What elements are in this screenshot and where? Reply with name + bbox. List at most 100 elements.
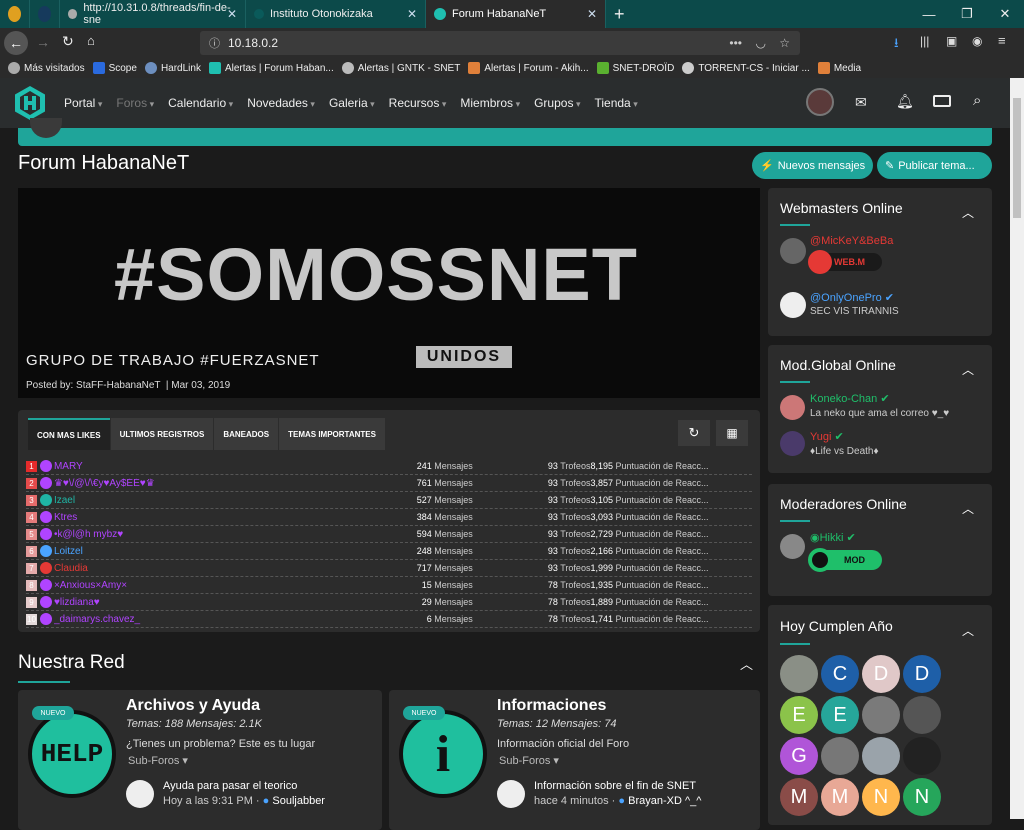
close-tab-icon[interactable]: ✕ [587, 7, 597, 21]
member-name[interactable]: Loitzel [54, 546, 383, 557]
member-name[interactable]: ♥lizdiana♥ [54, 597, 383, 608]
tab-temas-importantes[interactable]: TEMAS IMPORTANTES [279, 418, 385, 450]
pocket-icon[interactable]: ◡ [756, 36, 766, 50]
birthday-avatar[interactable]: N [862, 778, 900, 816]
new-posts-button[interactable]: ⚡ Nuevos mensajes [752, 152, 873, 179]
leaderboard-row[interactable]: 2 ♛♥\/@\/\€y♥Ay$ÉÉ♥♛ 761 Mensajes 93 Tro… [26, 475, 752, 492]
member-name[interactable]: Izael [54, 495, 383, 506]
chevron-up-icon[interactable]: ︿ [962, 500, 974, 517]
birthday-avatar[interactable]: D [903, 655, 941, 693]
leaderboard-row[interactable]: 8 ×Anxious×Amy× 15 Mensajes 78 Trofeos 1… [26, 577, 752, 594]
username[interactable]: ◉Hikki ✔ [810, 531, 856, 544]
tab-mas-likes[interactable]: CON MAS LIKES [28, 418, 110, 450]
firefox-icon[interactable] [0, 0, 30, 28]
nav-grupos[interactable]: Grupos [534, 96, 580, 110]
last-post-title[interactable]: Ayuda para pasar el teorico [163, 780, 297, 792]
search-icon[interactable]: ⌕ [973, 92, 981, 109]
leaderboard-row[interactable]: 3 Izael 527 Mensajes 93 Trofeos 3,105 Pu… [26, 492, 752, 509]
bookmark-item[interactable]: Alertas | Forum Haban... [208, 62, 334, 74]
bookmark-item[interactable]: Scope [92, 62, 137, 74]
info-icon[interactable]: ⓘ [209, 35, 220, 51]
nav-miembros[interactable]: Miembros [460, 96, 520, 110]
new-tab-button[interactable]: + [606, 0, 633, 28]
username[interactable]: @OnlyOnePro ✔ [810, 291, 894, 304]
scrollbar-thumb[interactable] [1013, 98, 1021, 218]
page-actions-icon[interactable]: ••• [729, 36, 742, 50]
last-post-title[interactable]: Información sobre el fin de SNET [534, 780, 696, 792]
leaderboard-row[interactable]: 1 MARY 241 Mensajes 93 Trofeos 8,195 Pun… [26, 458, 752, 475]
subforums-dropdown[interactable]: Sub-Foros ▾ [128, 754, 188, 767]
steam-icon[interactable] [30, 0, 60, 28]
member-name[interactable]: _daimarys.chavez_ [54, 614, 383, 625]
birthday-avatar[interactable]: E [821, 696, 859, 734]
leaderboard-row[interactable]: 6 Loitzel 248 Mensajes 93 Trofeos 2,166 … [26, 543, 752, 560]
inbox-icon[interactable]: ✉ [855, 94, 867, 111]
maximize-icon[interactable]: ❐ [948, 0, 986, 28]
subforums-dropdown[interactable]: Sub-Foros ▾ [499, 754, 559, 767]
nav-recursos[interactable]: Recursos [389, 96, 447, 110]
layout-icon[interactable]: ▦ [716, 420, 748, 446]
minimize-icon[interactable]: — [910, 0, 948, 28]
chevron-up-icon[interactable]: ︿ [962, 204, 974, 221]
banner-author[interactable]: StaFF-HabanaNeT [76, 380, 160, 391]
user-avatar[interactable] [806, 88, 834, 116]
nav-tienda[interactable]: Tienda [594, 96, 637, 110]
account-icon[interactable]: ◉ [972, 34, 982, 48]
birthday-avatar[interactable]: D [862, 655, 900, 693]
chevron-up-icon[interactable]: ︿ [962, 361, 974, 378]
username[interactable]: @MicKeY&BeBa [810, 235, 893, 247]
birthday-avatar[interactable] [821, 737, 859, 775]
avatar[interactable] [780, 238, 806, 264]
bookmark-item[interactable]: Alertas | GNTK - SNET [341, 62, 460, 74]
nav-galeria[interactable]: Galeria [329, 96, 375, 110]
leaderboard-row[interactable]: 10 _daimarys.chavez_ 6 Mensajes 78 Trofe… [26, 611, 752, 628]
member-name[interactable]: •k@l@h mybz♥ [54, 529, 383, 540]
menu-icon[interactable]: ≡ [998, 33, 1006, 48]
download-icon[interactable]: ⭳ [894, 34, 899, 56]
site-logo[interactable] [12, 85, 48, 121]
leaderboard-row[interactable]: 5 •k@l@h mybz♥ 594 Mensajes 93 Trofeos 2… [26, 526, 752, 543]
bookmark-item[interactable]: Alertas | Forum - Akih... [468, 62, 589, 74]
forum-title[interactable]: Archivos y Ayuda [126, 697, 260, 715]
birthday-avatar[interactable]: N [903, 778, 941, 816]
forum-card-archivos[interactable]: HELP NUEVO Archivos y Ayuda Temas: 188 M… [18, 690, 382, 830]
home-icon[interactable]: ⌂ [87, 33, 95, 48]
nav-portal[interactable]: Portal [64, 96, 102, 110]
forum-title[interactable]: Informaciones [497, 697, 606, 715]
avatar[interactable] [780, 431, 805, 456]
birthday-avatar[interactable]: C [821, 655, 859, 693]
avatar[interactable] [780, 292, 806, 318]
tab-baneados[interactable]: BANEADOS [214, 418, 279, 450]
star-icon[interactable]: ☆ [779, 36, 790, 50]
library-icon[interactable]: ||| [920, 34, 929, 48]
page-scrollbar[interactable] [1010, 78, 1024, 819]
avatar[interactable] [780, 534, 805, 559]
url-bar[interactable]: ⓘ 10.18.0.2 ••• ◡ ☆ [200, 31, 800, 55]
back-icon[interactable]: ← [4, 31, 28, 55]
sidebar-icon[interactable]: ▣ [946, 34, 957, 48]
refresh-icon[interactable]: ↻ [678, 420, 710, 446]
banner[interactable]: #SOMOSSNET UNIDOS GRUPO DE TRABAJO #FUER… [18, 188, 760, 398]
chevron-up-icon[interactable]: ︿ [962, 622, 974, 639]
member-name[interactable]: ×Anxious×Amy× [54, 580, 383, 591]
collapse-icon[interactable]: ︿ [740, 654, 753, 673]
birthday-avatar[interactable] [862, 737, 900, 775]
username[interactable]: Koneko-Chan ✔ [810, 392, 890, 405]
close-window-icon[interactable]: ✕ [986, 0, 1024, 28]
birthday-avatar[interactable] [903, 737, 941, 775]
username[interactable]: Yugi ✔ [810, 430, 844, 443]
nav-foros[interactable]: Foros [116, 96, 154, 110]
money-icon[interactable] [933, 95, 951, 107]
forum-card-informaciones[interactable]: i NUEVO Informaciones Temas: 12 Mensajes… [389, 690, 760, 830]
bell-icon[interactable]: 🔔︎ [896, 93, 914, 110]
birthday-avatar[interactable]: G [780, 737, 818, 775]
avatar[interactable] [126, 780, 154, 808]
member-name[interactable]: ♛♥\/@\/\€y♥Ay$ÉÉ♥♛ [54, 478, 383, 489]
leaderboard-row[interactable]: 4 Ktres 384 Mensajes 93 Trofeos 3,093 Pu… [26, 509, 752, 526]
bookmark-item[interactable]: HardLink [144, 62, 201, 74]
tab-otonokizaka[interactable]: Instituto Otonokizaka ✕ [246, 0, 426, 28]
birthday-avatar[interactable]: M [821, 778, 859, 816]
avatar[interactable] [497, 780, 525, 808]
tab-threads[interactable]: http://10.31.0.8/threads/fin-de-sne ✕ [60, 0, 246, 28]
birthday-avatar[interactable]: M [780, 778, 818, 816]
